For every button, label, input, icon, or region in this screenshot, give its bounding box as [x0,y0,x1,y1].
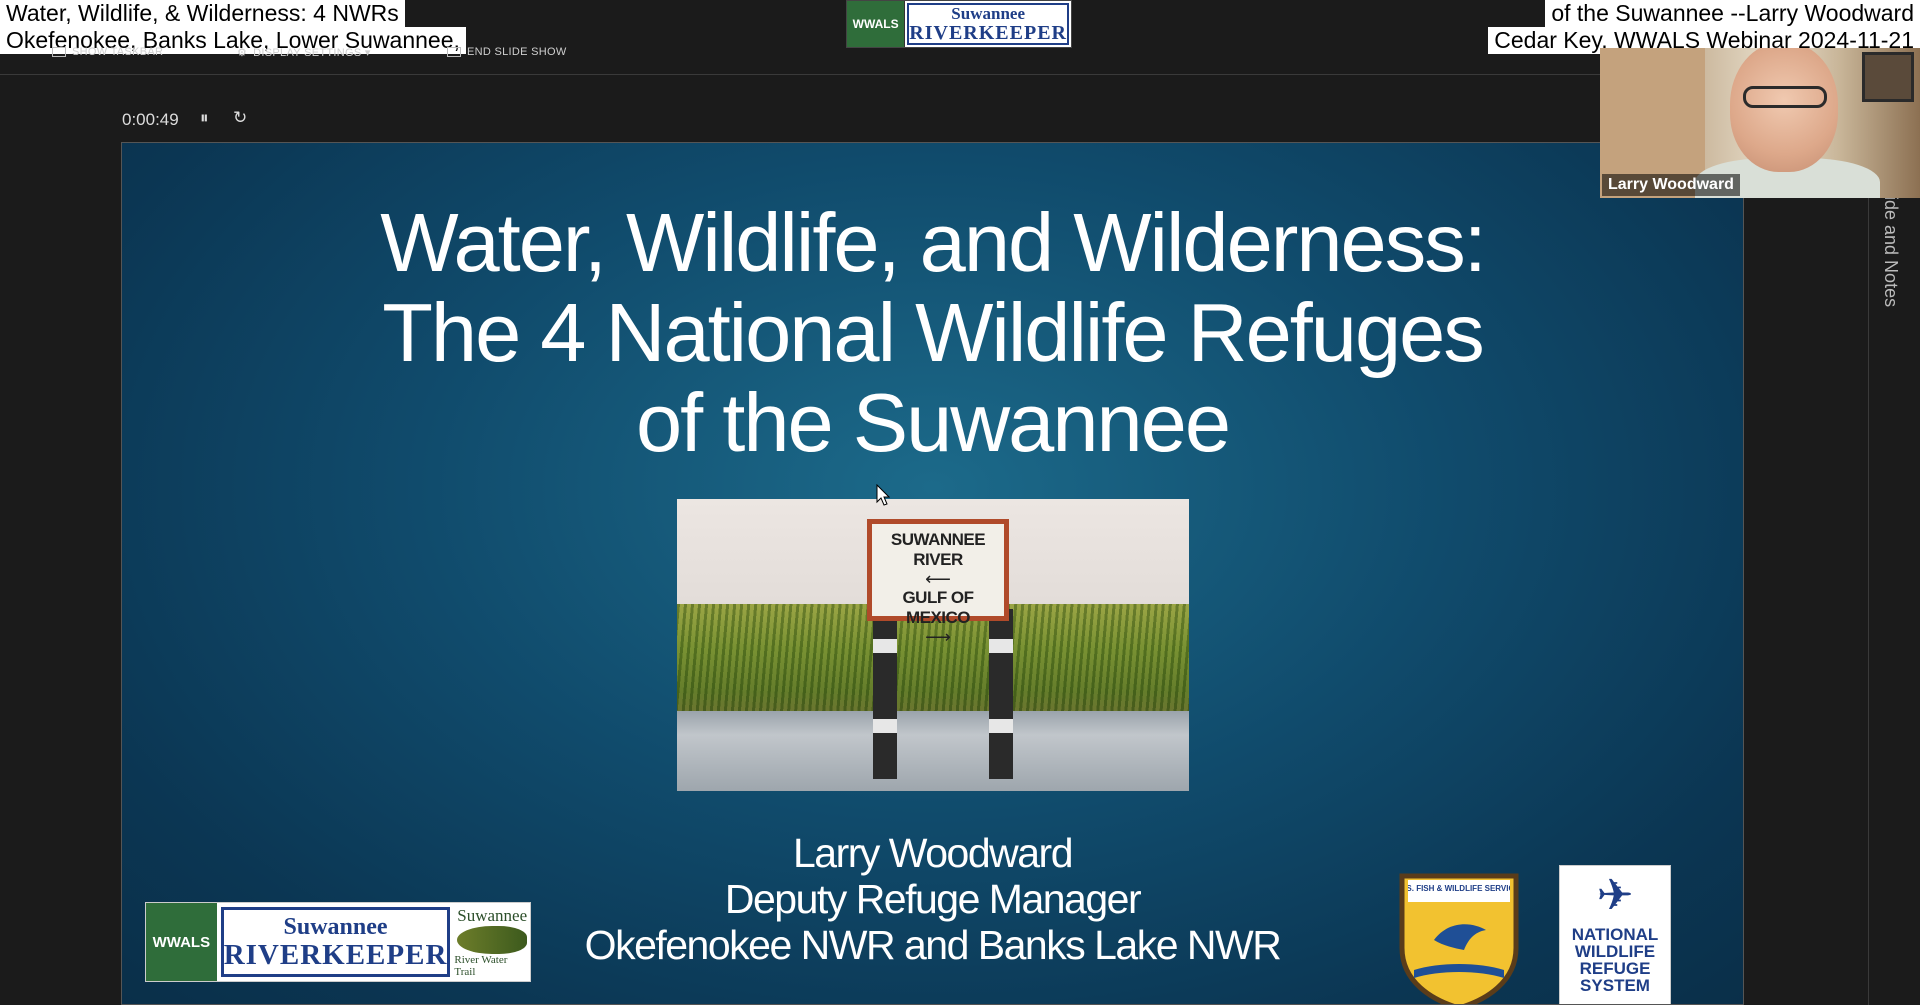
arrow-left-icon: ⟵ [925,569,951,589]
notes-panel-label: ide and Notes [1881,196,1901,308]
riverkeeper-logo: Suwannee RIVERKEEPER [220,907,451,977]
webcam-name-label: Larry Woodward [1602,174,1740,196]
riverkeeper-logo-top: Suwannee [283,914,388,940]
show-taskbar-label: SHOW TASKBAR [72,46,164,58]
nwrs-line3: REFUGE [1579,959,1651,978]
water-trail-logo: Suwannee River Water Trail [454,903,530,981]
trail-logo-bottom: River Water Trail [454,954,508,978]
national-wildlife-refuge-system-logo: ✈ NATIONAL WILDLIFE REFUGE SYSTEM [1559,865,1671,1004]
nwrs-line4: SYSTEM [1580,976,1650,995]
sign-line1: SUWANNEE RIVER [890,530,986,569]
suwannee-sign-photo: SUWANNEE RIVER ⟵ GULF OF MEXICO ⟶ [677,499,1189,791]
wwals-riverkeeper-logo: WWALS Suwannee RIVERKEEPER Suwannee Rive… [145,902,531,982]
caption-left-line1: Water, Wildlife, & Wilderness: 4 NWRs [0,0,405,27]
webcam-video-tile: Larry Woodward [1600,48,1920,198]
fws-shield-text: U.S. FISH & WILDLIFE SERVICE [1408,884,1510,893]
presenter-face [1730,48,1838,172]
display-settings-button[interactable]: ⚙ DISPLAY SETTINGS ▾ [237,46,371,59]
mouse-pointer-icon [876,484,890,506]
taskbar-icon [52,47,66,57]
slide-title-line: The 4 National Wildlife Refuges [382,286,1485,379]
slide-timer: 0:00:49 [122,110,179,129]
reset-timer-icon[interactable]: ↻ [233,108,247,128]
caption-right-line1: of the Suwannee --Larry Woodward [1545,0,1920,27]
fws-shield-text-top: U.S. FISH & WILDLIFE SERVICE [1408,884,1510,893]
sign-line2: GULF OF MEXICO [902,588,974,627]
nwrs-line1: NATIONAL [1571,925,1659,944]
flying-goose-icon: ✈ [1596,871,1634,920]
wwals-logo: WWALS [146,903,217,981]
display-settings-label: DISPLAY SETTINGS ▾ [253,47,371,59]
slide-title-line: of the Suwannee [636,376,1231,469]
presenter-glasses [1743,86,1827,108]
river-sign: SUWANNEE RIVER ⟵ GULF OF MEXICO ⟶ [867,519,1009,646]
current-slide: Water, Wildlife, and Wilderness: The 4 N… [121,142,1744,1005]
river-water [677,711,1189,791]
slide-title-line: Water, Wildlife, and Wilderness: [380,196,1487,289]
end-slide-show-button[interactable]: END SLIDE SHOW [447,46,567,58]
arrow-right-icon: ⟶ [925,627,951,647]
pause-icon[interactable]: ⏸ [200,108,209,128]
riverkeeper-wordmark: Suwannee RIVERKEEPER [907,3,1069,45]
trail-logo-top: Suwannee [457,906,528,925]
slideshow-toolbar: SHOW TASKBAR ⚙ DISPLAY SETTINGS ▾ END SL… [0,40,1600,75]
end-slide-show-label: END SLIDE SHOW [467,46,567,58]
slide-title: Water, Wildlife, and Wilderness: The 4 N… [122,198,1743,468]
bass-fish-icon [457,926,528,954]
end-show-icon [447,47,461,57]
riverkeeper-logo-bottom: RIVERKEEPER [223,939,448,971]
gear-icon: ⚙ [237,47,248,59]
riverkeeper-top-text: Suwannee [951,3,1025,23]
wall-picture-frame [1862,52,1914,102]
show-taskbar-button[interactable]: SHOW TASKBAR [52,46,163,58]
nwrs-line2: WILDLIFE [1574,942,1656,961]
